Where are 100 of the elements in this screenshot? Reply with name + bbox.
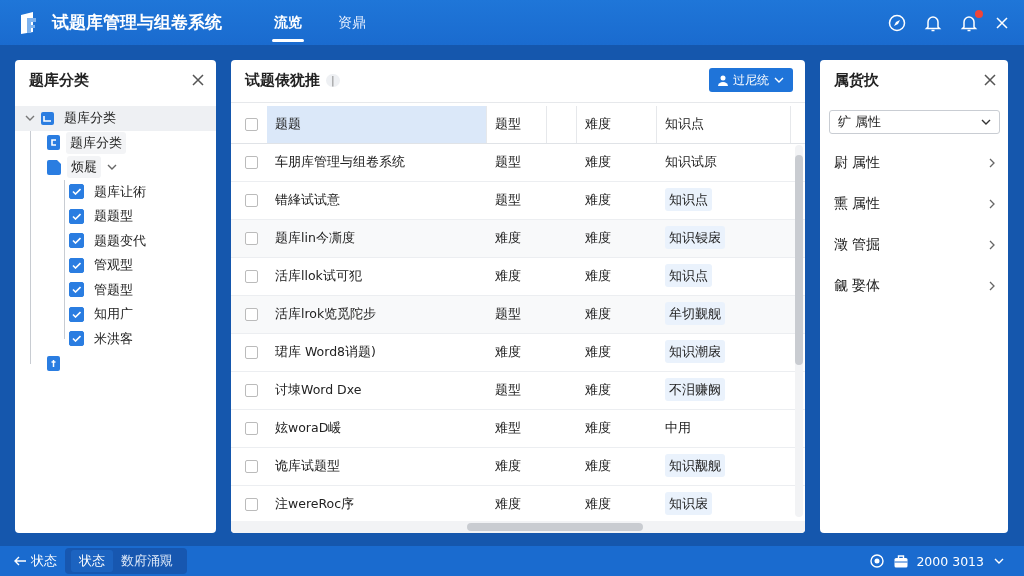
checkbox[interactable] [69, 184, 84, 200]
type-cell-text: 题型 [494, 192, 522, 209]
question-cell-text: 题库lin今凘度 [274, 230, 356, 247]
checkbox[interactable] [69, 208, 84, 224]
property-item[interactable]: 觎 娶体 [834, 276, 881, 295]
question-cell-text: 错綘试试意 [274, 192, 341, 209]
filter-button[interactable]: 过尼统 [709, 68, 793, 92]
difficulty-cell-text: 难度 [584, 192, 612, 209]
checkbox[interactable] [245, 498, 258, 511]
tree-item[interactable]: 题题型 [90, 205, 137, 228]
checkbox[interactable] [245, 270, 258, 283]
checkbox[interactable] [69, 306, 84, 322]
app-title: 试题库管理与组卷系统 [52, 11, 222, 34]
nav-tab[interactable]: 资鼎 [334, 0, 370, 45]
check-icon [72, 335, 81, 343]
tree-item[interactable]: 题库分类 [66, 131, 126, 154]
knowledge-tag: 牟切觐舰 [665, 302, 725, 325]
difficulty-cell-text: 难度 [584, 344, 612, 361]
column-header[interactable]: 知识点 [665, 116, 704, 133]
checkbox[interactable] [245, 156, 258, 169]
chevron-right-icon [989, 157, 996, 168]
checkbox[interactable] [245, 232, 258, 245]
tree-item[interactable]: 题库让術 [90, 180, 150, 203]
difficulty-cell-text: 难度 [584, 382, 612, 399]
folder-icon [41, 111, 54, 125]
tree-item[interactable]: 管题型 [90, 278, 137, 301]
briefcase-icon[interactable] [894, 554, 909, 568]
tree-item[interactable]: 米洪客 [90, 327, 137, 350]
question-cell-text: 车朋库管理与组卷系统 [274, 154, 406, 171]
checkbox[interactable] [69, 233, 84, 249]
checkbox[interactable] [245, 118, 258, 131]
checkbox[interactable] [245, 384, 258, 397]
knowledge-cell: 知识试原 [665, 154, 717, 169]
knowledge-tag: 知识点 [665, 188, 712, 211]
horizontal-scrollbar[interactable] [231, 521, 805, 533]
checkbox[interactable] [245, 422, 258, 435]
nav-tab[interactable]: 流览 [270, 0, 306, 45]
chevron-right-icon [989, 198, 996, 209]
type-cell-text: 难度 [494, 458, 522, 475]
knowledge-tag: 知识点 [665, 264, 712, 287]
count-badge: | [326, 73, 340, 87]
status-tab[interactable]: 数府涌覭 [113, 550, 181, 572]
panel-title: 试题俵犹推 [245, 70, 320, 90]
knowledge-cell: 中用 [665, 420, 691, 435]
question-cell-text: 活库lrok览觅陀步 [274, 306, 378, 323]
checkbox[interactable] [245, 460, 258, 473]
question-cell-text: 注wereRoc序 [274, 496, 356, 513]
check-icon [72, 237, 81, 245]
question-cell-text: 讨埬Word Dxe [274, 382, 363, 399]
property-dropdown[interactable]: 纩 属性 [829, 110, 1000, 134]
column-header[interactable]: 题题 [275, 116, 301, 133]
chevron-down-icon [774, 76, 784, 84]
tree-item[interactable]: 知用广 [90, 303, 137, 326]
difficulty-cell-text: 难度 [584, 458, 612, 475]
difficulty-cell-text: 难度 [584, 230, 612, 247]
checkbox[interactable] [69, 282, 84, 298]
question-cell-text: 诡库试题型 [274, 458, 341, 475]
difficulty-cell-text: 难度 [584, 496, 612, 513]
chevron-down-icon [994, 557, 1004, 565]
compass-icon[interactable] [888, 13, 906, 32]
vertical-scrollbar[interactable] [795, 145, 803, 517]
tree-item[interactable]: 题题变代 [90, 229, 150, 252]
checkbox[interactable] [245, 194, 258, 207]
check-icon [72, 286, 81, 294]
type-cell-text: 题型 [494, 306, 522, 323]
panel-title: 题库分类 [29, 70, 89, 90]
checkbox[interactable] [245, 346, 258, 359]
check-icon [72, 310, 81, 318]
check-icon [72, 261, 81, 269]
property-item[interactable]: 熏 属性 [834, 194, 881, 213]
difficulty-cell-text: 难度 [584, 420, 612, 437]
bell-icon[interactable] [924, 13, 942, 32]
checkbox[interactable] [69, 331, 84, 347]
column-header[interactable]: 题型 [495, 116, 521, 133]
type-cell-text: 难度 [494, 344, 522, 361]
close-icon[interactable] [192, 74, 204, 86]
property-item[interactable]: 尉 属性 [834, 153, 881, 172]
status-tab[interactable]: 状态 [71, 550, 113, 572]
dropdown-value: 纩 属性 [838, 113, 882, 131]
document-icon [47, 159, 61, 175]
difficulty-cell-text: 难度 [584, 154, 612, 171]
property-item[interactable]: 澂 管掘 [834, 235, 881, 254]
tree-item[interactable]: 烦屣 [67, 156, 101, 179]
person-icon [718, 74, 728, 86]
bell-icon[interactable] [960, 13, 978, 32]
checkbox[interactable] [245, 308, 258, 321]
target-icon[interactable] [870, 554, 885, 568]
knowledge-tag: 不泪赚阙 [665, 378, 725, 401]
knowledge-tag: 知识潮扆 [665, 340, 725, 363]
close-icon[interactable] [984, 74, 996, 86]
type-cell-text: 难度 [494, 268, 522, 285]
checkbox[interactable] [69, 257, 84, 273]
type-cell-text: 题型 [494, 154, 522, 171]
back-button[interactable]: 状态 [14, 552, 57, 570]
question-cell-text: 活库llok试可犯 [274, 268, 363, 285]
chevron-right-icon [989, 280, 996, 291]
arrow-left-icon [14, 556, 27, 566]
column-header[interactable]: 难度 [585, 116, 611, 133]
knowledge-tag: 知识锓扆 [665, 226, 725, 249]
tree-item[interactable]: 管观型 [90, 254, 137, 277]
